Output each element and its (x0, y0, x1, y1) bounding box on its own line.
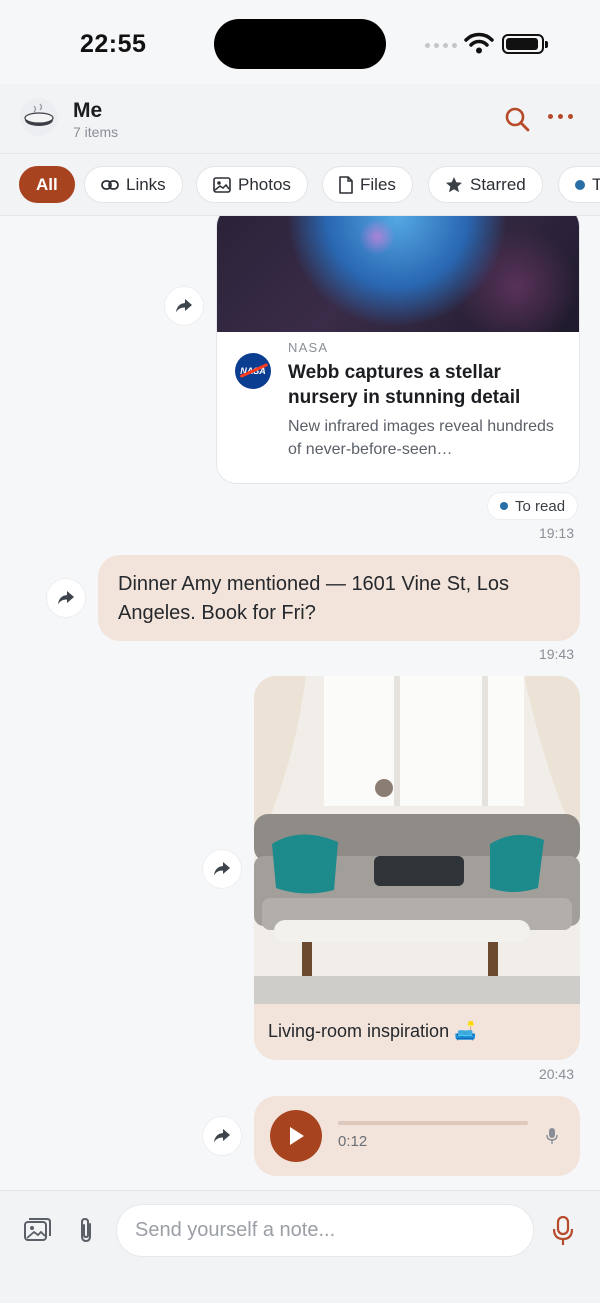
audio-progress-track[interactable] (338, 1121, 528, 1125)
filter-chip-links[interactable]: Links (84, 166, 183, 203)
forward-icon (58, 591, 74, 605)
blue-dot-icon (500, 502, 508, 510)
voice-message: 0:12 (254, 1096, 580, 1176)
attach-image-icon[interactable] (24, 1218, 51, 1242)
star-icon (446, 176, 462, 192)
photo-message[interactable]: Living-room inspiration 🛋️ (254, 676, 580, 1060)
link-source: NASA (288, 340, 329, 355)
filter-chip-to-read[interactable]: T (558, 166, 600, 203)
microphone-icon[interactable] (553, 1216, 573, 1246)
wifi-icon (464, 32, 494, 54)
message-timestamp: 19:43 (538, 646, 574, 662)
forward-button[interactable] (164, 286, 204, 326)
message-timestamp: 19:13 (538, 525, 574, 541)
cellular-signal-icon (425, 43, 457, 48)
note-input[interactable] (116, 1204, 534, 1257)
battery-icon (502, 34, 548, 54)
avatar[interactable] (20, 98, 58, 136)
file-icon (339, 175, 353, 194)
filter-label: Starred (470, 174, 526, 194)
link-preview-card[interactable]: NASA NASA Webb captures a stellar nurser… (216, 216, 580, 484)
forward-button[interactable] (46, 578, 86, 618)
filter-chip-starred[interactable]: Starred (428, 166, 543, 203)
blue-dot-icon (575, 179, 585, 190)
chat-header: Me 7 items (0, 84, 600, 154)
composer-bar (0, 1190, 600, 1303)
filter-label: Photos (238, 174, 291, 194)
living-room-photo (254, 676, 580, 1004)
search-icon[interactable] (504, 106, 530, 132)
photo-caption: Living-room inspiration 🛋️ (268, 1021, 477, 1041)
link-icon (101, 179, 119, 190)
status-time: 22:55 (80, 30, 147, 58)
message-feed[interactable]: NASA NASA Webb captures a stellar nurser… (0, 216, 600, 1190)
filter-chip-all[interactable]: All (19, 166, 75, 203)
note-message[interactable]: Dinner Amy mentioned — 1601 Vine St, Los… (98, 555, 580, 641)
forward-icon (214, 862, 230, 876)
filter-bar: All Links Photos Files Starred T (0, 155, 600, 216)
forward-icon (214, 1129, 230, 1143)
filter-chip-photos[interactable]: Photos (196, 166, 308, 203)
forward-icon (176, 299, 192, 313)
item-count: 7 items (73, 124, 119, 140)
forward-button[interactable] (202, 1116, 242, 1156)
link-summary: New infrared images reveal hundreds of n… (288, 418, 554, 458)
status-bar: 22:55 (0, 0, 600, 84)
image-icon (213, 176, 231, 193)
to-read-tag[interactable]: To read (487, 492, 579, 520)
message-timestamp: 20:43 (538, 1066, 574, 1082)
dynamic-island (214, 19, 386, 69)
filter-label: All (36, 174, 58, 194)
filter-label: Files (360, 174, 396, 194)
filter-chip-files[interactable]: Files (322, 166, 413, 203)
filter-label: T (592, 175, 600, 195)
play-icon (290, 1127, 304, 1145)
tag-label: To read (515, 497, 566, 515)
audio-duration: 0:12 (338, 1133, 368, 1150)
forward-button[interactable] (202, 849, 242, 889)
nasa-logo: NASA (235, 353, 271, 389)
microphone-icon (546, 1128, 558, 1144)
filter-label: Links (126, 174, 166, 194)
paperclip-icon[interactable] (77, 1216, 95, 1244)
link-preview-image (217, 216, 579, 332)
play-button[interactable] (270, 1110, 322, 1162)
more-options-icon[interactable] (548, 114, 573, 119)
page-title: Me (73, 99, 103, 122)
link-headline: Webb captures a stellar nursery in stunn… (288, 362, 521, 408)
